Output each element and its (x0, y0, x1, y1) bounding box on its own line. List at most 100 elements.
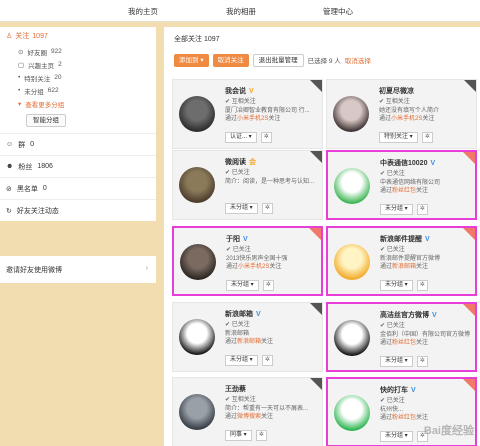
sidebar-item-groups[interactable]: ☺ 群 0 (0, 133, 156, 155)
select-corner-icon[interactable] (310, 303, 322, 315)
source-suffix: 关注 (261, 339, 274, 345)
follow-card[interactable]: 王劲蔡 ✔ 互相关注 简介：帮重有一天可以不屑表... 通过微博搜索关注 同事 ▾ ✲ (172, 377, 323, 446)
gear-icon[interactable]: ✲ (416, 356, 428, 367)
source-link[interactable]: 小米手机2S (391, 116, 422, 122)
gear-icon[interactable]: ✲ (416, 204, 428, 215)
group-dropdown[interactable]: 同事 ▾ (225, 430, 252, 441)
relation-text: 互相关注 (385, 99, 410, 105)
follow-card[interactable]: 我会说 V ✔ 互相关注 厦门冶卿智业教育有限公司 行... 通过小米手机2S关注 认证.… (172, 79, 323, 149)
avatar[interactable] (179, 167, 215, 203)
source-prefix: 通过 (380, 188, 393, 194)
source-link[interactable]: 粉丝红包 (392, 188, 416, 194)
avatar[interactable] (334, 395, 370, 431)
nav-my-home[interactable]: 我的主页 (128, 6, 158, 17)
select-corner-icon[interactable] (464, 80, 476, 92)
select-corner-icon[interactable] (310, 378, 322, 390)
follow-card[interactable]: 高洁丝官方微博 V ✔ 已关注 金佰利（中国）有限公司官方微博 通过粉丝红包关注 未分组 … (326, 302, 477, 372)
source-link[interactable]: 新浪邮箱 (237, 339, 261, 345)
avatar[interactable] (179, 96, 215, 132)
user-name[interactable]: 快的打车 V (380, 385, 474, 395)
follow-card[interactable]: 于阳 V ✔ 已关注 2013快乐男声全国十强 通过小米手机2S关注 未分组 ▾ ✲ (172, 226, 323, 296)
source-link[interactable]: 小米手机2S (238, 264, 269, 270)
invite-friends-link[interactable]: 邀请好友使用微博 › (0, 256, 156, 283)
user-name[interactable]: 初夏尽微凉 (379, 86, 473, 96)
follow-card[interactable]: 初夏尽微凉 ✔ 互相关注 她还没有填写个人简介 通过小米手机2S关注 特别关注 ▾ ✲ (326, 79, 477, 149)
user-name[interactable]: 我会说 V (225, 86, 319, 96)
select-corner-icon[interactable] (463, 304, 475, 316)
avatar[interactable] (334, 320, 370, 356)
gear-icon[interactable]: ✲ (261, 203, 273, 214)
select-corner-icon[interactable] (463, 228, 475, 240)
user-name[interactable]: 微阅读会 (225, 157, 319, 167)
group-dropdown[interactable]: 未分组 ▾ (380, 204, 413, 215)
avatar[interactable] (179, 319, 215, 355)
card-actions: 未分组 ▾ ✲ (380, 431, 428, 442)
user-name[interactable]: 中表通信10020 V (380, 158, 474, 168)
source-link[interactable]: 微博搜索 (237, 414, 261, 420)
source-suffix: 关注 (268, 116, 281, 122)
gear-icon[interactable]: ✲ (416, 280, 428, 291)
follow-source: 通过微博搜索关注 (225, 411, 319, 420)
avatar[interactable] (334, 244, 370, 280)
gear-icon[interactable]: ✲ (421, 132, 433, 143)
select-corner-icon[interactable] (463, 379, 475, 391)
verified-badge-icon: V (411, 387, 416, 394)
follow-label: 关注 (15, 33, 30, 40)
gear-icon[interactable]: ✲ (262, 280, 274, 291)
user-name[interactable]: 高洁丝官方微博 V (380, 310, 474, 320)
group-dropdown[interactable]: 未分组 ▾ (225, 355, 258, 366)
source-link[interactable]: 小米手机2S (237, 116, 268, 122)
group-dropdown[interactable]: 未分组 ▾ (226, 280, 259, 291)
group-dropdown[interactable]: 未分组 ▾ (380, 280, 413, 291)
avatar[interactable] (334, 168, 370, 204)
source-link[interactable]: 新浪邮箱 (392, 264, 416, 270)
sidebar-item-follow[interactable]: ♙ 关注 1097 (0, 27, 156, 45)
sidebar-item-blacklist[interactable]: ⊘ 黑名单 0 (0, 177, 156, 199)
sidebar-item-fans[interactable]: ☻ 粉丝 1806 (0, 155, 156, 177)
sidebar-sub-interest[interactable]: ▢ 兴趣主页 2 (0, 58, 156, 71)
user-name[interactable]: 新浪邮件提醒 V (380, 234, 474, 244)
source-link[interactable]: 粉丝红包 (392, 340, 416, 346)
add-to-button[interactable]: 添加到 ▾ (174, 53, 209, 67)
avatar[interactable] (333, 96, 369, 132)
exit-batch-button[interactable]: 退出批量管理 (252, 53, 304, 67)
follow-card[interactable]: 新浪邮箱 V ✔ 已关注 新浪邮箱 通过新浪邮箱关注 未分组 ▾ ✲ (172, 302, 323, 372)
select-corner-icon[interactable] (310, 80, 322, 92)
select-corner-icon[interactable] (310, 151, 322, 163)
chevron-down-icon: ▾ (403, 206, 408, 212)
cancel-select-link[interactable]: 取消选择 (345, 55, 371, 65)
sidebar-sub-special[interactable]: • 特别关注 20 (0, 71, 156, 84)
sidebar-sub-ungrouped[interactable]: • 未分组 622 (0, 84, 156, 97)
select-corner-icon[interactable] (463, 152, 475, 164)
user-name[interactable]: 新浪邮箱 V (225, 309, 319, 319)
source-prefix: 通过 (225, 339, 238, 345)
group-dropdown[interactable]: 未分组 ▾ (380, 356, 413, 367)
unfollow-button[interactable]: 取消关注 (212, 53, 249, 67)
group-dropdown[interactable]: 特别关注 ▾ (379, 132, 418, 143)
sidebar-sub-friends[interactable]: ⊙ 好友圈 922 (0, 45, 156, 58)
sidebar: ♙ 关注 1097 ⊙ 好友圈 922 ▢ 兴趣主页 2 • 特别关注 20 •… (0, 27, 158, 446)
user-name[interactable]: 王劲蔡 (225, 384, 319, 394)
follow-card[interactable]: 新浪邮件提醒 V ✔ 已关注 新浪邮件提醒官方微博 通过新浪邮箱关注 未分组 ▾ ✲ (326, 226, 477, 296)
source-link[interactable]: 粉丝红包 (392, 415, 416, 421)
nav-my-album[interactable]: 我的相册 (226, 6, 256, 17)
sidebar-item-friend-dynamics[interactable]: ↻ 好友关注动态 (0, 199, 156, 221)
main-content: 全部关注 1097 添加到 ▾ 取消关注 退出批量管理 已选择 9 人 取消选择… (164, 27, 480, 446)
gear-icon[interactable]: ✲ (261, 355, 273, 366)
select-corner-icon[interactable] (309, 228, 321, 240)
view-more-groups-link[interactable]: ▾ 查看更多分组 (0, 97, 156, 110)
group-dropdown[interactable]: 未分组 ▾ (380, 431, 413, 442)
follow-card[interactable]: 微阅读会 ✔ 已关注 简介：阅读，是一种思考与认知... 未分组 ▾ ✲ (172, 150, 323, 220)
avatar[interactable] (179, 394, 215, 430)
group-dropdown[interactable]: 未分组 ▾ (225, 203, 258, 214)
follow-card[interactable]: 中表通信10020 V ✔ 已关注 中表通信网络有限公司 通过粉丝红包关注 未分组 ▾ ✲ (326, 150, 477, 220)
gear-icon[interactable]: ✲ (255, 430, 267, 441)
avatar[interactable] (180, 244, 216, 280)
smart-group-button[interactable]: 智能分组 (26, 114, 66, 127)
group-dropdown[interactable]: 认证... ▾ (225, 132, 257, 143)
nav-manage-center[interactable]: 管理中心 (323, 6, 353, 17)
check-icon: ✔ (380, 398, 387, 404)
gear-icon[interactable]: ✲ (260, 132, 272, 143)
source-prefix: 通过 (225, 414, 238, 420)
user-name[interactable]: 于阳 V (226, 234, 320, 244)
